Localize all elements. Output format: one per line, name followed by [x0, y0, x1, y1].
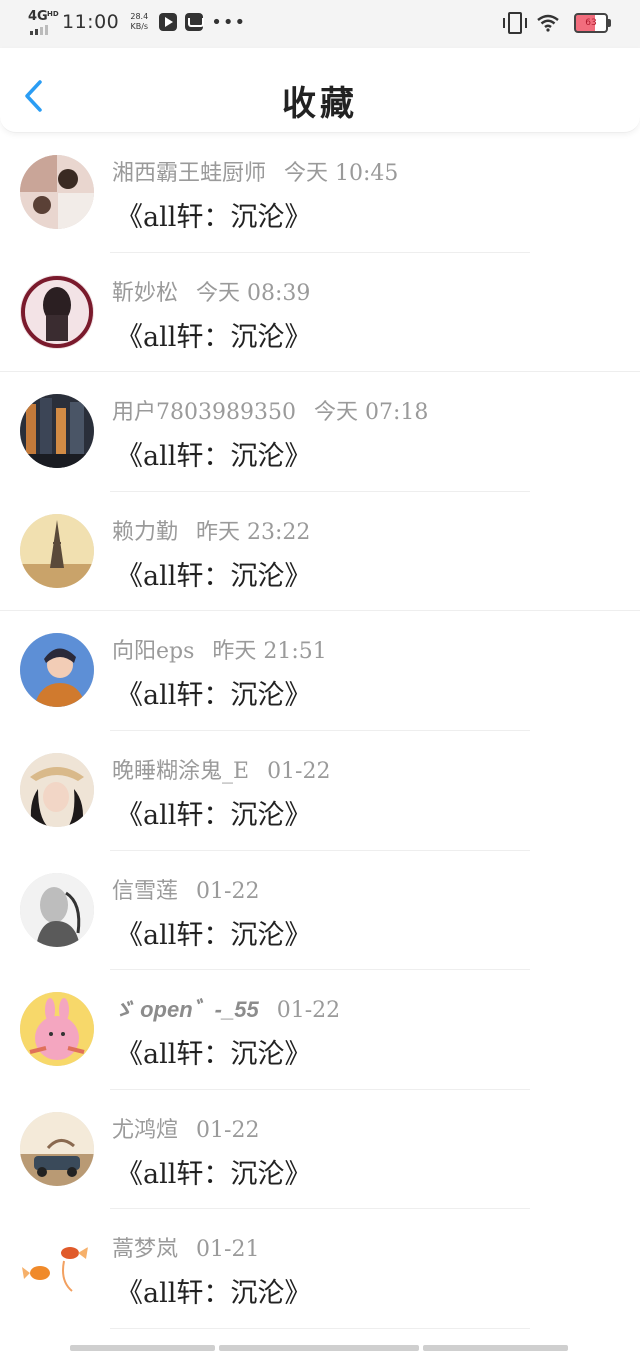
item-title[interactable]: 《all轩：沉沦》 — [116, 554, 311, 593]
hd-badge: HD — [47, 10, 59, 18]
timestamp: 01-21 — [196, 1237, 260, 1263]
wifi-icon — [536, 14, 560, 32]
speed-value: 28.4 — [130, 12, 149, 21]
list-item[interactable]: 蒿梦岚 01-21 《all轩：沉沦》 — [0, 1209, 640, 1329]
list-item[interactable]: 赖力勤 昨天 23:22 《all轩：沉沦》 — [0, 492, 640, 612]
timestamp: 昨天 23:22 — [196, 519, 311, 545]
item-title[interactable]: 《all轩：沉沦》 — [116, 673, 311, 712]
favorites-list: 湘西霸王蛙厨师 今天 10:45 《all轩：沉沦》 靳妙松 今天 08:39 《a… — [0, 133, 640, 1329]
battery-icon: 63 — [574, 13, 611, 33]
timestamp: 昨天 21:51 — [212, 639, 327, 665]
item-title[interactable]: 《all轩：沉沦》 — [116, 913, 311, 952]
user-name[interactable]: 用户7803989350 — [112, 400, 296, 425]
user-name[interactable]: 靳妙松 — [112, 281, 178, 306]
user-name[interactable]: 晚睡糊涂鬼_E — [112, 759, 249, 784]
item-meta: ゞ open゛-_55 01-22 — [112, 992, 340, 1024]
avatar[interactable] — [20, 513, 94, 588]
avatar[interactable] — [20, 633, 94, 708]
avatar[interactable] — [20, 752, 94, 827]
item-meta: 信雪莲 01-22 — [112, 873, 259, 905]
item-title[interactable]: 《all轩：沉沦》 — [116, 1032, 311, 1071]
user-name[interactable]: 蒿梦岚 — [112, 1237, 178, 1262]
signal-icon: 4G HD — [28, 9, 59, 35]
timestamp: 今天 08:39 — [196, 280, 311, 306]
list-item[interactable]: ゞ open゛-_55 01-22 《all轩：沉沦》 — [0, 970, 640, 1090]
list-item[interactable]: 用户7803989350 今天 07:18 《all轩：沉沦》 — [0, 372, 640, 492]
timestamp: 01-22 — [196, 1117, 260, 1143]
item-meta: 蒿梦岚 01-21 — [112, 1231, 259, 1263]
list-item[interactable]: 湘西霸王蛙厨师 今天 10:45 《all轩：沉沦》 — [0, 133, 640, 253]
timestamp: 01-22 — [196, 878, 260, 904]
play-app-icon — [159, 13, 178, 31]
timestamp: 今天 07:18 — [313, 400, 429, 426]
item-meta: 靳妙松 今天 08:39 — [112, 275, 310, 307]
user-name[interactable]: 向阳eps — [112, 639, 194, 664]
user-name[interactable]: ゞ open゛-_55 — [112, 997, 259, 1022]
header: 收藏 — [0, 48, 640, 133]
network-type: 4G — [28, 9, 48, 24]
timestamp: 01-22 — [276, 998, 341, 1024]
page-title: 收藏 — [282, 84, 358, 124]
item-meta: 湘西霸王蛙厨师 今天 10:45 — [112, 155, 398, 187]
item-title[interactable]: 《all轩：沉沦》 — [116, 1271, 311, 1310]
status-right: 63 — [503, 12, 611, 34]
item-title[interactable]: 《all轩：沉沦》 — [116, 195, 311, 234]
list-item[interactable]: 尤鸿煊 01-22 《all轩：沉沦》 — [0, 1090, 640, 1210]
scroll-indicator — [70, 1345, 570, 1351]
item-meta: 用户7803989350 今天 07:18 — [112, 394, 428, 426]
item-title[interactable]: 《all轩：沉沦》 — [116, 434, 311, 473]
avatar[interactable] — [20, 394, 94, 469]
item-meta: 晚睡糊涂鬼_E 01-22 — [112, 753, 330, 785]
user-name[interactable]: 湘西霸王蛙厨师 — [112, 161, 266, 186]
list-item[interactable]: 信雪莲 01-22 《all轩：沉沦》 — [0, 851, 640, 971]
item-title[interactable]: 《all轩：沉沦》 — [116, 1152, 311, 1191]
avatar[interactable] — [20, 1111, 94, 1186]
item-title[interactable]: 《all轩：沉沦》 — [116, 315, 311, 354]
avatar[interactable] — [20, 872, 94, 947]
avatar[interactable] — [20, 274, 94, 349]
timestamp: 01-22 — [267, 758, 331, 784]
message-app-icon — [185, 13, 205, 31]
status-time: 11:00 — [62, 11, 120, 33]
item-meta: 尤鸿煊 01-22 — [112, 1112, 259, 1144]
speed-unit: KB/s — [130, 22, 149, 31]
avatar[interactable] — [20, 992, 94, 1067]
list-item[interactable]: 靳妙松 今天 08:39 《all轩：沉沦》 — [0, 253, 640, 373]
status-left: 4G HD 11:00 28.4 KB/s ••• — [28, 9, 247, 35]
user-name[interactable]: 尤鸿煊 — [112, 1118, 178, 1143]
item-meta: 向阳eps 昨天 21:51 — [112, 633, 327, 665]
user-name[interactable]: 信雪莲 — [112, 879, 178, 904]
status-bar: 4G HD 11:00 28.4 KB/s ••• 63 — [0, 0, 640, 48]
more-notifications-icon: ••• — [211, 11, 247, 33]
avatar[interactable] — [20, 155, 94, 229]
list-item[interactable]: 向阳eps 昨天 21:51 《all轩：沉沦》 — [0, 611, 640, 731]
network-speed: 28.4 KB/s — [127, 12, 151, 32]
vibrate-icon — [503, 12, 527, 34]
avatar[interactable] — [20, 1231, 94, 1306]
item-title[interactable]: 《all轩：沉沦》 — [116, 793, 311, 832]
item-meta: 赖力勤 昨天 23:22 — [112, 514, 310, 546]
timestamp: 今天 10:45 — [284, 161, 399, 186]
list-item[interactable]: 晚睡糊涂鬼_E 01-22 《all轩：沉沦》 — [0, 731, 640, 851]
user-name[interactable]: 赖力勤 — [112, 520, 178, 545]
divider — [110, 1327, 530, 1329]
